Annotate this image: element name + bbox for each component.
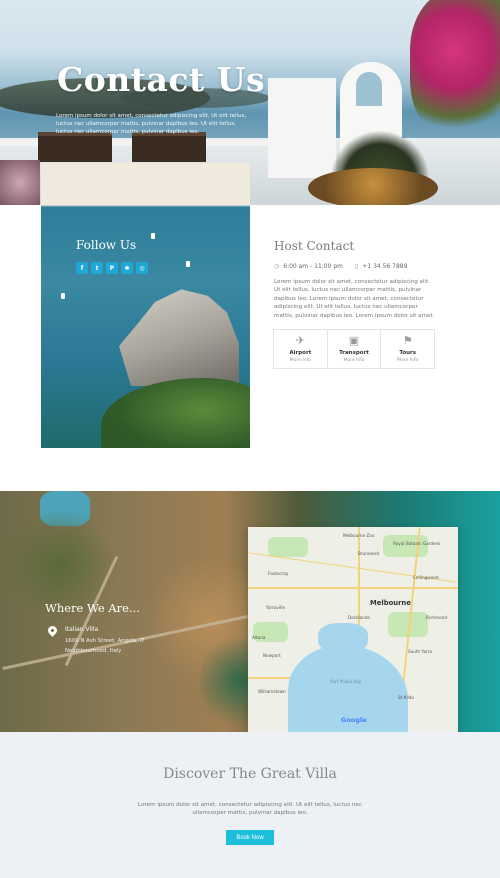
map-city-label: Melbourne: [370, 599, 411, 607]
social-links: f t P ✱ ◎: [76, 262, 148, 274]
hero-bougainvillea: [410, 0, 500, 140]
feature-more-link[interactable]: More Info: [343, 358, 364, 363]
map-label: Melbourne Zoo: [343, 533, 375, 538]
hours-text: 6:00 am - 11:00 pm: [283, 263, 343, 270]
plane-icon: ✈: [295, 334, 305, 347]
feature-label: Airport: [289, 350, 312, 356]
map-label: Footscray: [268, 571, 289, 576]
google-logo: Google: [341, 716, 367, 724]
flag-icon: ⚑: [402, 334, 413, 347]
hours-info: ◷ 6:00 am - 11:00 pm: [274, 263, 343, 270]
features-row: ✈ Airport More Info ▣ Transport More Inf…: [273, 329, 435, 369]
map-label: Richmond: [426, 615, 447, 620]
map-label: Royal Botanic Gardens: [393, 541, 441, 546]
host-description: Lorem ipsum dolor sit amet, consectetur …: [274, 279, 435, 319]
instagram-icon[interactable]: ◎: [136, 262, 148, 274]
hero-chair: [132, 132, 206, 162]
hero-arch-opening: [356, 72, 382, 106]
location-extra: Neighbourhood, Italy: [65, 648, 122, 654]
location-street: 1600 N Ash Street, Angola, IT: [65, 638, 145, 644]
map-label: Docklands: [348, 615, 370, 620]
coast-photo: [41, 163, 250, 448]
photo-vegetation: [101, 378, 250, 448]
facebook-icon[interactable]: f: [76, 262, 88, 274]
feature-airport[interactable]: ✈ Airport More Info: [274, 330, 328, 368]
feature-label: Transport: [339, 350, 369, 356]
map-label: St Kilda: [398, 695, 414, 700]
hero-white-wall: [268, 78, 336, 178]
map-embed[interactable]: Melbourne Melbourne Zoo Royal Botanic Ga…: [248, 527, 458, 732]
feature-label: Tours: [399, 350, 417, 356]
map-park: [383, 535, 428, 557]
feature-more-link[interactable]: More Info: [397, 358, 418, 363]
map-label: Yarraville: [266, 605, 286, 610]
feature-more-link[interactable]: More Info: [290, 358, 311, 363]
map-label: Brunswick: [358, 551, 380, 556]
hero-stone: [0, 160, 40, 205]
feature-transport[interactable]: ▣ Transport More Info: [328, 330, 382, 368]
twitter-icon[interactable]: t: [91, 262, 103, 274]
map-label: Altona: [252, 635, 266, 640]
discover-heading: Discover The Great Villa: [163, 766, 337, 782]
discover-description: Lorem ipsum dolor sit amet, consectetur …: [138, 802, 362, 817]
map-label: Collingwood: [413, 575, 439, 580]
photo-boat: [186, 261, 190, 267]
hero-plant-pot: [308, 168, 438, 205]
feature-tours[interactable]: ⚑ Tours More Info: [381, 330, 434, 368]
clock-icon: ◷: [274, 263, 280, 270]
map-park: [268, 537, 308, 557]
map-label: South Yarra: [408, 649, 432, 654]
location-name: Italian Villa: [65, 626, 99, 633]
page-title: Contact Us: [57, 60, 266, 99]
hero-chair: [38, 132, 112, 162]
follow-us-heading: Follow Us: [76, 238, 137, 252]
yelp-icon[interactable]: ✱: [121, 262, 133, 274]
bus-icon: ▣: [348, 334, 360, 347]
photo-boat: [61, 293, 65, 299]
book-now-button[interactable]: Book Now: [226, 830, 274, 845]
map-label: Port Phillip Bay: [330, 679, 362, 684]
host-contact-heading: Host Contact: [274, 239, 355, 253]
where-we-are-heading: Where We Are...: [45, 601, 140, 615]
photo-cliff: [119, 289, 239, 386]
phone-text[interactable]: +1 34 56 7889: [362, 263, 407, 270]
map-label: Newport: [263, 653, 281, 658]
phone-info: ▯ +1 34 56 7889: [355, 263, 407, 270]
phone-icon: ▯: [355, 263, 359, 270]
map-label: Williamstown: [258, 689, 286, 694]
map-road: [248, 587, 458, 589]
pinterest-icon[interactable]: P: [106, 262, 118, 274]
hero-description: Lorem ipsum dolor sit amet, consectetur …: [56, 113, 247, 135]
photo-boat: [151, 233, 155, 239]
